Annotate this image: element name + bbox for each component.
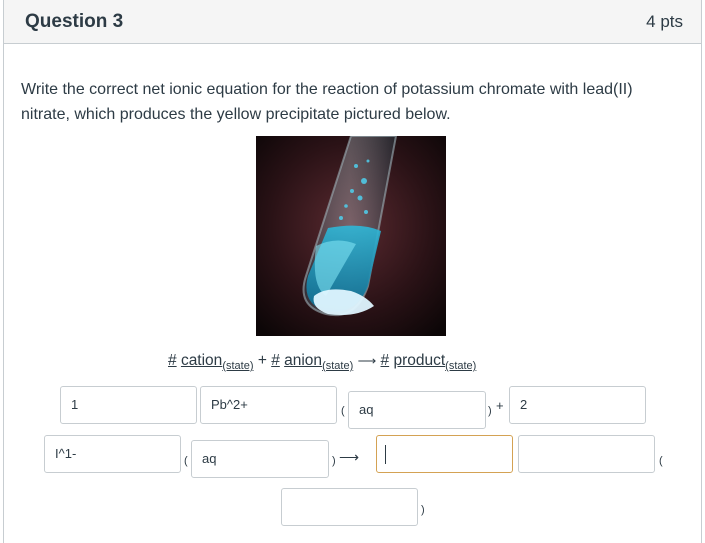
template-product: product (393, 352, 446, 369)
state-1-value: aq (359, 402, 374, 417)
state-1-close-paren: ) (488, 405, 492, 417)
cation-value: Pb^2+ (211, 397, 248, 412)
state-1-open-paren: ( (341, 405, 345, 417)
state-2-close-paren: ) (332, 455, 336, 467)
state-3-close-paren: ) (421, 504, 425, 516)
equation-template: # cation(state) + # anion(state) ⟶ # pro… (168, 352, 477, 372)
state-2-value: aq (202, 451, 217, 466)
coefficient-1-input[interactable]: 1 (60, 386, 197, 424)
template-hash-1: # (168, 352, 177, 369)
state-2-input[interactable]: aq (191, 440, 329, 478)
template-state-2: (state) (322, 360, 354, 372)
template-state-1: (state) (222, 360, 254, 372)
template-state-3: (state) (445, 360, 477, 372)
coefficient-3-input[interactable] (376, 435, 513, 473)
plus-sign: + (496, 398, 504, 413)
state-3-input[interactable] (281, 488, 418, 526)
template-anion: anion (284, 352, 323, 369)
question-prompt: Write the correct net ionic equation for… (21, 81, 633, 123)
test-tube-image (256, 136, 446, 336)
precipitate-photo (256, 136, 446, 336)
text-cursor (385, 445, 386, 464)
template-hash-3: # (380, 352, 390, 369)
template-arrow: ⟶ (357, 353, 377, 368)
coefficient-1-value: 1 (71, 397, 79, 412)
anion-value: I^1- (55, 446, 77, 461)
coefficient-2-value: 2 (520, 397, 528, 412)
anion-input[interactable]: I^1- (44, 435, 181, 473)
reaction-arrow: ⟶ (339, 449, 360, 465)
template-hash-2: # (271, 352, 280, 369)
state-1-input[interactable]: aq (348, 391, 486, 429)
question-points: 4 pts (646, 12, 683, 31)
cation-input[interactable]: Pb^2+ (200, 386, 337, 424)
product-input[interactable] (518, 435, 655, 473)
question-header: Question 3 4 pts (4, 0, 701, 44)
question-title: Question 3 (25, 11, 124, 32)
state-2-open-paren: ( (184, 455, 188, 467)
template-cation: cation (180, 352, 223, 369)
state-3-open-paren: ( (659, 455, 663, 467)
template-plus: + (257, 352, 267, 369)
coefficient-2-input[interactable]: 2 (509, 386, 646, 424)
